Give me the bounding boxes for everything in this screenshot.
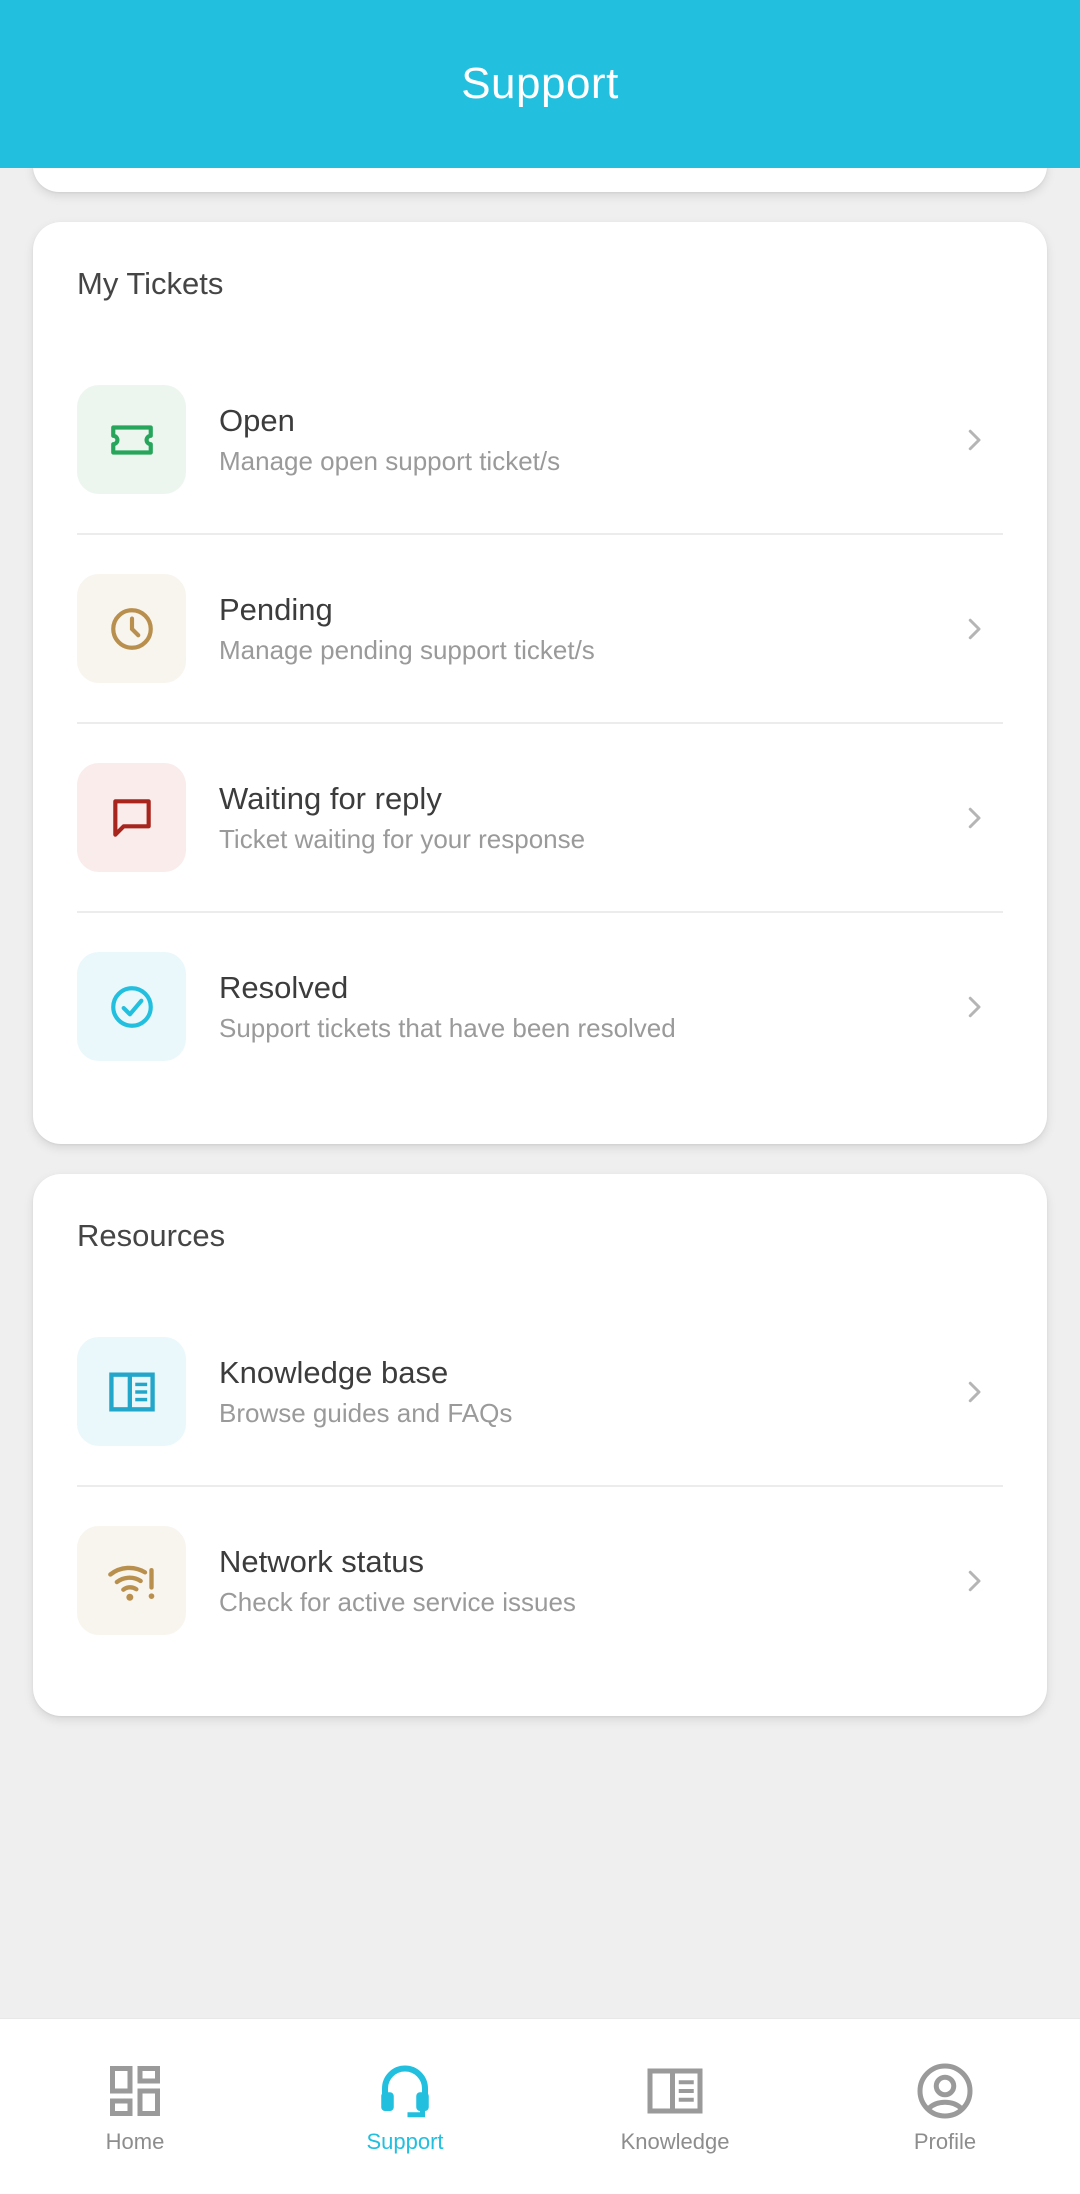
chevron-right-icon — [968, 618, 981, 639]
clock-icon — [110, 607, 153, 650]
nav-label: Support — [366, 2129, 444, 2154]
chevron-right-icon — [968, 996, 981, 1017]
knowledge-icon-box — [77, 1337, 186, 1446]
book-icon — [108, 1372, 155, 1411]
my-tickets-card: My Tickets Open Manage open support tick… — [33, 222, 1047, 1144]
ticket-row-waiting[interactable]: Waiting for reply Ticket waiting for you… — [77, 723, 1003, 912]
row-title: Resolved — [219, 969, 349, 1005]
network-icon-box — [77, 1526, 186, 1635]
resources-card: Resources Knowledge base Browse guides a… — [33, 1174, 1047, 1716]
support-screen: Support My Tickets Open Manage open supp… — [0, 0, 1080, 2194]
nav-label: Profile — [913, 2129, 977, 2154]
ticket-row-open[interactable]: Open Manage open support ticket/s — [77, 345, 1003, 534]
page-title: Support — [461, 59, 619, 108]
row-subtitle: Check for active service issues — [219, 1586, 576, 1617]
resource-row-knowledge-base[interactable]: Knowledge base Browse guides and FAQs — [77, 1297, 1003, 1486]
row-title: Network status — [219, 1543, 425, 1579]
row-subtitle: Manage pending support ticket/s — [219, 634, 595, 665]
my-tickets-heading: My Tickets — [77, 266, 224, 301]
chevron-right-icon — [968, 429, 981, 450]
nav-profile[interactable]: Profile — [810, 2019, 1080, 2194]
user-circle-icon — [917, 2063, 973, 2119]
row-subtitle: Manage open support ticket/s — [219, 445, 561, 476]
row-title: Open — [219, 402, 295, 438]
app-header: Support — [0, 0, 1080, 168]
waiting-icon-box — [77, 763, 186, 872]
row-subtitle: Browse guides and FAQs — [219, 1397, 513, 1428]
resource-row-network-status[interactable]: Network status Check for active service … — [77, 1486, 1003, 1675]
ticket-row-pending[interactable]: Pending Manage pending support ticket/s — [77, 534, 1003, 723]
chevron-right-icon — [968, 1570, 981, 1591]
chevron-right-icon — [968, 1381, 981, 1402]
headset-icon — [381, 2065, 429, 2118]
nav-home[interactable]: Home — [0, 2019, 270, 2194]
chat-bubble-icon — [112, 798, 151, 837]
row-title: Pending — [219, 591, 333, 627]
resolved-icon-box — [77, 952, 186, 1061]
wifi-alert-icon — [107, 1565, 154, 1601]
nav-label: Knowledge — [620, 2129, 730, 2154]
chevron-right-icon — [968, 807, 981, 828]
resources-heading: Resources — [77, 1218, 226, 1253]
nav-support[interactable]: Support — [270, 2019, 540, 2194]
ticket-icon — [110, 424, 153, 455]
nav-label: Home — [105, 2129, 165, 2154]
dashboard-icon — [110, 2066, 160, 2116]
bottom-navigation: Home Support Knowledge Profile — [0, 2018, 1080, 2194]
row-title: Waiting for reply — [219, 780, 442, 816]
pending-icon-box — [77, 574, 186, 683]
check-circle-icon — [110, 985, 153, 1028]
open-icon-box — [77, 385, 186, 494]
nav-knowledge[interactable]: Knowledge — [540, 2019, 810, 2194]
row-subtitle: Support tickets that have been resolved — [219, 1012, 676, 1043]
book-icon — [647, 2068, 703, 2114]
ticket-row-resolved[interactable]: Resolved Support tickets that have been … — [77, 912, 1003, 1101]
row-subtitle: Ticket waiting for your response — [219, 823, 586, 854]
row-title: Knowledge base — [219, 1354, 449, 1390]
